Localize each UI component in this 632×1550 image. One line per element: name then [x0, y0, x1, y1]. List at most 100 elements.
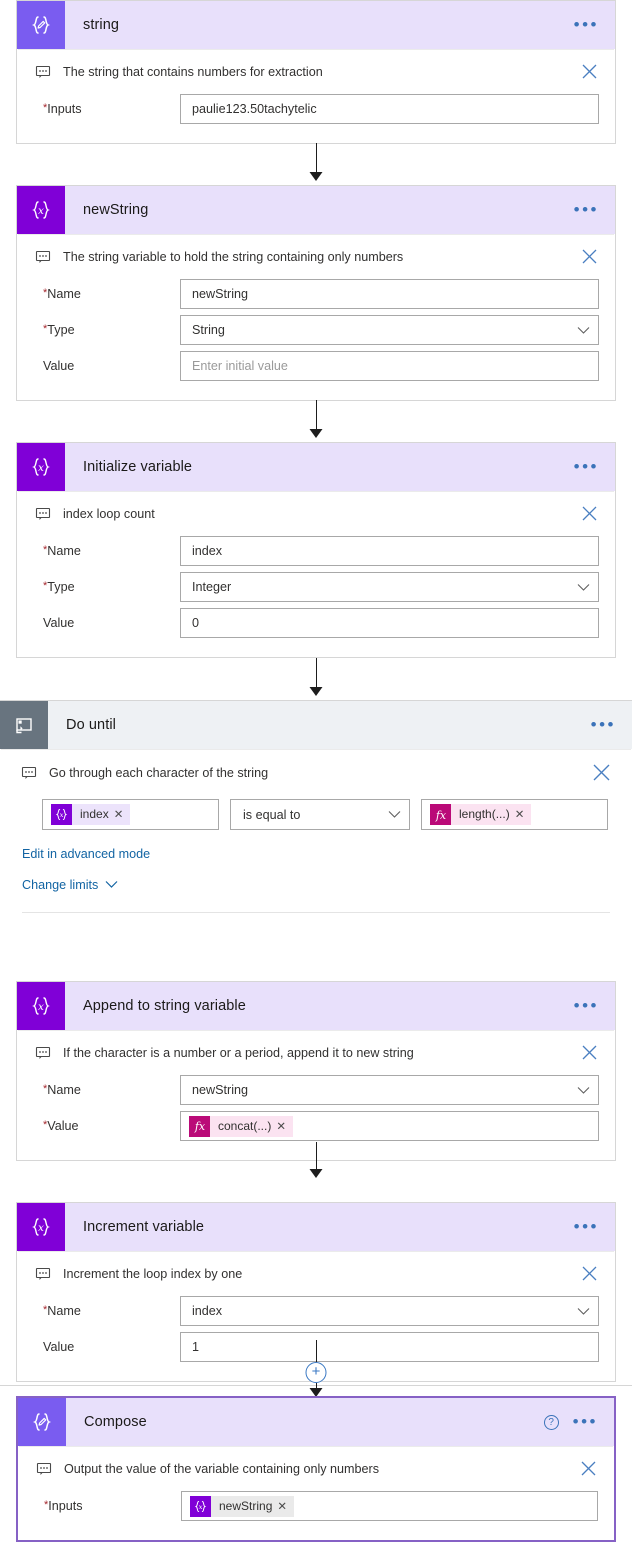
action-card-string[interactable]: string ••• The string that contains numb…: [16, 0, 616, 144]
field-label: *Name: [43, 287, 81, 301]
field-value: index: [192, 1304, 223, 1318]
name-field[interactable]: index: [180, 536, 599, 566]
card-menu-button[interactable]: •••: [574, 458, 599, 475]
comment-text: Output the value of the variable contain…: [64, 1461, 380, 1476]
field-value: newString: [192, 1083, 249, 1097]
card-title: Do until: [66, 717, 116, 733]
field-value: newString: [192, 287, 249, 301]
card-title: Increment variable: [83, 1219, 205, 1235]
expression-token-concat[interactable]: fx concat(...) ✕: [189, 1115, 293, 1137]
close-icon[interactable]: [580, 1460, 597, 1477]
variable-icon: x: [17, 1203, 65, 1251]
value-field[interactable]: Enter initial value: [180, 351, 599, 381]
card-header[interactable]: x Increment variable •••: [17, 1203, 615, 1251]
name-select[interactable]: index: [180, 1296, 599, 1326]
field-value: 0: [192, 616, 200, 630]
token-remove-icon[interactable]: ✕: [515, 809, 525, 821]
variable-token-index[interactable]: x index ✕: [51, 804, 131, 825]
card-header[interactable]: string •••: [17, 1, 615, 49]
svg-text:fx: fx: [193, 1120, 205, 1133]
condition-operator-select[interactable]: is equal to: [230, 799, 410, 830]
card-header[interactable]: Do until •••: [0, 701, 632, 749]
scope-card-do-until[interactable]: Do until ••• Go through each character o…: [0, 700, 632, 1386]
comment-icon: [21, 765, 39, 781]
value-field[interactable]: fx concat(...) ✕: [180, 1111, 599, 1141]
inputs-field[interactable]: paulie123.50tachytelic: [180, 94, 599, 124]
field-row-inputs: *Inputs paulie123.50tachytelic: [17, 91, 615, 127]
value-field[interactable]: 1: [180, 1332, 599, 1362]
name-select[interactable]: newString: [180, 1075, 599, 1105]
field-label: Value: [43, 359, 75, 373]
card-menu-button[interactable]: •••: [574, 997, 599, 1014]
compose-icon: [17, 1, 65, 49]
variable-icon: x: [190, 1495, 211, 1517]
variable-icon: x: [51, 804, 72, 825]
field-row-value: Value Enter initial value: [17, 348, 615, 384]
token-label: length(...) ✕: [451, 804, 532, 825]
token-remove-icon[interactable]: ✕: [114, 809, 124, 821]
field-row-name: *Name newString: [17, 1072, 615, 1108]
condition-right-field[interactable]: fx length(...) ✕: [421, 799, 608, 830]
card-header[interactable]: x newString •••: [17, 186, 615, 234]
chevron-down-icon: [577, 326, 590, 335]
card-menu-button[interactable]: •••: [591, 716, 616, 733]
card-title: Compose: [84, 1414, 147, 1430]
type-select[interactable]: Integer: [180, 572, 599, 602]
variable-token-newstring[interactable]: x newString ✕: [190, 1495, 295, 1517]
svg-text:x: x: [38, 205, 44, 217]
comment-text: index loop count: [63, 506, 155, 521]
card-title: Append to string variable: [83, 998, 246, 1014]
variable-icon: x: [17, 186, 65, 234]
action-card-compose[interactable]: Compose ? ••• Output the value of the va…: [16, 1396, 616, 1542]
card-menu-button[interactable]: •••: [574, 201, 599, 218]
card-menu-button[interactable]: •••: [574, 16, 599, 33]
action-card-initialize-variable[interactable]: x Initialize variable ••• index loop cou…: [16, 442, 616, 658]
token-remove-icon[interactable]: ✕: [276, 1121, 286, 1133]
field-label: *Value: [43, 1119, 79, 1133]
svg-text:x: x: [38, 1001, 44, 1013]
svg-text:fx: fx: [434, 809, 446, 822]
variable-icon: x: [17, 982, 65, 1030]
close-icon[interactable]: [581, 1265, 598, 1282]
chevron-down-icon: [105, 878, 118, 892]
card-header[interactable]: x Append to string variable •••: [17, 982, 615, 1030]
value-field[interactable]: 0: [180, 608, 599, 638]
token-remove-icon[interactable]: ✕: [277, 1501, 287, 1513]
comment-row: The string that contains numbers for ext…: [18, 49, 614, 91]
close-icon[interactable]: [581, 63, 598, 80]
card-header[interactable]: Compose ? •••: [18, 1398, 614, 1446]
comment-row: index loop count: [18, 491, 614, 533]
expression-token-length[interactable]: fx length(...) ✕: [430, 804, 532, 825]
add-step-button[interactable]: +: [305, 1362, 327, 1383]
field-label: *Type: [43, 580, 75, 594]
loop-icon: [0, 701, 48, 749]
change-limits-link[interactable]: Change limits: [22, 878, 118, 892]
card-title: string: [83, 17, 120, 33]
field-row-type: *Type String: [17, 312, 615, 348]
field-label: *Name: [43, 544, 81, 558]
card-title: newString: [83, 202, 149, 218]
card-header[interactable]: x Initialize variable •••: [17, 443, 615, 491]
name-field[interactable]: newString: [180, 279, 599, 309]
variable-icon: x: [17, 443, 65, 491]
field-value: Integer: [192, 580, 232, 594]
card-menu-button[interactable]: •••: [574, 1218, 599, 1235]
close-icon[interactable]: [581, 248, 598, 265]
card-menu-button[interactable]: •••: [573, 1413, 598, 1430]
close-icon[interactable]: [581, 505, 598, 522]
svg-text:x: x: [199, 1503, 203, 1511]
connector-arrow-1: [308, 168, 324, 185]
comment-icon: [35, 1266, 53, 1282]
inputs-field[interactable]: x newString ✕: [181, 1491, 598, 1521]
close-icon[interactable]: [581, 1044, 598, 1061]
action-card-append-to-string-variable[interactable]: x Append to string variable ••• If the c…: [16, 981, 616, 1161]
action-card-newstring[interactable]: x newString ••• The string variable to h…: [16, 185, 616, 401]
token-label: index ✕: [72, 804, 131, 825]
help-icon[interactable]: ?: [543, 1414, 559, 1430]
svg-text:x: x: [60, 811, 64, 819]
condition-left-field[interactable]: x index ✕: [42, 799, 219, 830]
type-select[interactable]: String: [180, 315, 599, 345]
close-icon[interactable]: [592, 763, 611, 782]
edit-advanced-mode-link[interactable]: Edit in advanced mode: [22, 847, 150, 861]
field-row-name: *Name newString: [17, 276, 615, 312]
